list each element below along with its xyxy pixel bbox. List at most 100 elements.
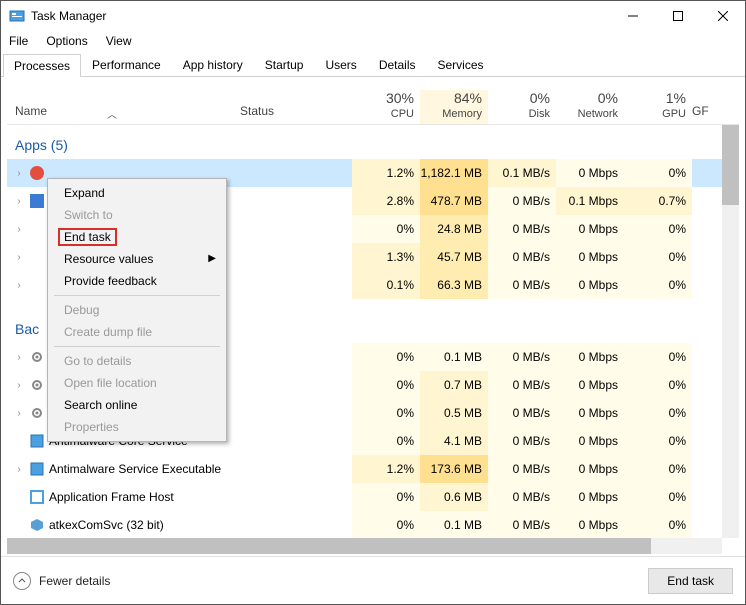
- menu-view[interactable]: View: [104, 32, 134, 50]
- metric-cell: 0 MB/s: [488, 215, 556, 243]
- horizontal-scrollbar[interactable]: [7, 538, 722, 554]
- close-button[interactable]: [700, 1, 745, 31]
- blue-icon: [29, 193, 45, 209]
- metric-cell: 0%: [624, 427, 692, 455]
- metric-cell: 0%: [624, 511, 692, 539]
- context-menu-item-expand[interactable]: Expand: [50, 182, 224, 204]
- context-menu-item-go-to-details: Go to details: [50, 350, 224, 372]
- vertical-scrollbar[interactable]: [722, 125, 739, 538]
- context-menu-item-switch-to: Switch to: [50, 204, 224, 226]
- context-menu-item-search-online[interactable]: Search online: [50, 394, 224, 416]
- process-row[interactable]: atkexComSvc (32 bit)0%0.1 MB0 MB/s0 Mbps…: [7, 511, 739, 539]
- metric-cell: 0 Mbps: [556, 215, 624, 243]
- metric-cell: 0 Mbps: [556, 371, 624, 399]
- metric-cell: 2.8%: [352, 187, 420, 215]
- context-menu-item-provide-feedback[interactable]: Provide feedback: [50, 270, 224, 292]
- metric-cell: 24.8 MB: [420, 215, 488, 243]
- expand-chevron-icon[interactable]: ›: [13, 252, 25, 263]
- expand-chevron-icon[interactable]: ›: [13, 224, 25, 235]
- titlebar: Task Manager: [1, 1, 745, 31]
- tab-processes[interactable]: Processes: [3, 54, 81, 77]
- app-icon: [29, 489, 45, 505]
- menu-file[interactable]: File: [7, 32, 30, 50]
- metric-cell: 0.1 Mbps: [556, 187, 624, 215]
- expand-chevron-icon[interactable]: ›: [13, 352, 25, 363]
- submenu-arrow-icon: ▶: [208, 253, 216, 264]
- expand-chevron-icon[interactable]: ›: [13, 380, 25, 391]
- menubar: File Options View: [1, 31, 745, 51]
- process-row[interactable]: › Antimalware Service Executable 1.2%173.6…: [7, 455, 739, 483]
- column-status[interactable]: Status: [232, 104, 352, 124]
- chevron-up-icon: [13, 572, 31, 590]
- context-menu-separator: [54, 295, 220, 296]
- metric-cell: 4.1 MB: [420, 427, 488, 455]
- expand-chevron-icon[interactable]: ›: [13, 196, 25, 207]
- tab-services[interactable]: Services: [427, 53, 495, 76]
- cube-icon: [29, 517, 45, 533]
- metric-cell: 0 Mbps: [556, 455, 624, 483]
- metric-cell: 0%: [624, 399, 692, 427]
- tab-performance[interactable]: Performance: [81, 53, 172, 76]
- column-overflow: GF: [692, 104, 704, 124]
- process-name-cell: Application Frame Host: [7, 489, 232, 505]
- tab-users[interactable]: Users: [314, 53, 367, 76]
- maximize-button[interactable]: [655, 1, 700, 31]
- column-disk[interactable]: 0%Disk: [488, 90, 556, 124]
- column-network[interactable]: 0%Network: [556, 90, 624, 124]
- column-memory[interactable]: 84%Memory: [420, 90, 488, 124]
- metric-cell: 0 MB/s: [488, 455, 556, 483]
- column-gpu[interactable]: 1%GPU: [624, 90, 692, 124]
- expand-chevron-icon[interactable]: ›: [13, 464, 25, 475]
- metric-cell: 0%: [352, 343, 420, 371]
- metric-cell: 0 MB/s: [488, 343, 556, 371]
- process-row[interactable]: Application Frame Host0%0.6 MB0 MB/s0 Mb…: [7, 483, 739, 511]
- metric-cell: 0 Mbps: [556, 271, 624, 299]
- section-apps: Apps (5): [7, 125, 739, 159]
- metric-cell: 1,182.1 MB: [420, 159, 488, 187]
- metric-cell: 0 MB/s: [488, 399, 556, 427]
- metric-cell: 0 Mbps: [556, 427, 624, 455]
- context-menu-item-open-file-location: Open file location: [50, 372, 224, 394]
- metric-cell: 0.1 MB/s: [488, 159, 556, 187]
- context-menu-item-resource-values[interactable]: Resource values▶: [50, 248, 224, 270]
- tab-startup[interactable]: Startup: [254, 53, 315, 76]
- context-menu: ExpandSwitch toEnd taskResource values▶P…: [47, 178, 227, 442]
- column-headers: ︿ Name Status 30%CPU 84%Memory 0%Disk 0%…: [7, 79, 739, 125]
- process-name-label: atkexComSvc (32 bit): [49, 518, 164, 532]
- window-controls: [610, 1, 745, 31]
- metric-cell: 0%: [352, 511, 420, 539]
- expand-chevron-icon[interactable]: ›: [13, 408, 25, 419]
- gear-icon: [29, 405, 45, 421]
- sort-indicator-icon: ︿: [107, 106, 117, 121]
- process-name-label: Antimalware Service Executable: [49, 462, 221, 476]
- expand-chevron-icon[interactable]: ›: [13, 168, 25, 179]
- metric-cell: 0 Mbps: [556, 483, 624, 511]
- metric-cell: 1.2%: [352, 455, 420, 483]
- metric-cell: 0 MB/s: [488, 511, 556, 539]
- process-name-cell: › Antimalware Service Executable: [7, 461, 232, 477]
- metric-cell: 173.6 MB: [420, 455, 488, 483]
- shield-icon: [29, 433, 45, 449]
- task-manager-window: Task Manager File Options View Processes…: [0, 0, 746, 605]
- metric-cell: 0 Mbps: [556, 343, 624, 371]
- fewer-details-toggle[interactable]: Fewer details: [13, 572, 110, 590]
- column-name[interactable]: ︿ Name: [7, 104, 232, 124]
- metric-cell: 0%: [624, 243, 692, 271]
- column-cpu[interactable]: 30%CPU: [352, 90, 420, 124]
- expand-chevron-icon[interactable]: ›: [13, 280, 25, 291]
- metric-cell: 0 MB/s: [488, 483, 556, 511]
- metric-cell: 0%: [624, 455, 692, 483]
- end-task-button[interactable]: End task: [648, 568, 733, 594]
- context-menu-item-end-task[interactable]: End task: [50, 226, 224, 248]
- context-menu-separator: [54, 346, 220, 347]
- metric-cell: 0 MB/s: [488, 271, 556, 299]
- minimize-button[interactable]: [610, 1, 655, 31]
- window-title: Task Manager: [31, 9, 106, 23]
- menu-options[interactable]: Options: [44, 32, 89, 50]
- footer: Fewer details End task: [1, 556, 745, 604]
- tab-app-history[interactable]: App history: [172, 53, 254, 76]
- context-menu-item-properties: Properties: [50, 416, 224, 438]
- metric-cell: 0.5 MB: [420, 399, 488, 427]
- tab-details[interactable]: Details: [368, 53, 427, 76]
- metric-cell: 0 MB/s: [488, 187, 556, 215]
